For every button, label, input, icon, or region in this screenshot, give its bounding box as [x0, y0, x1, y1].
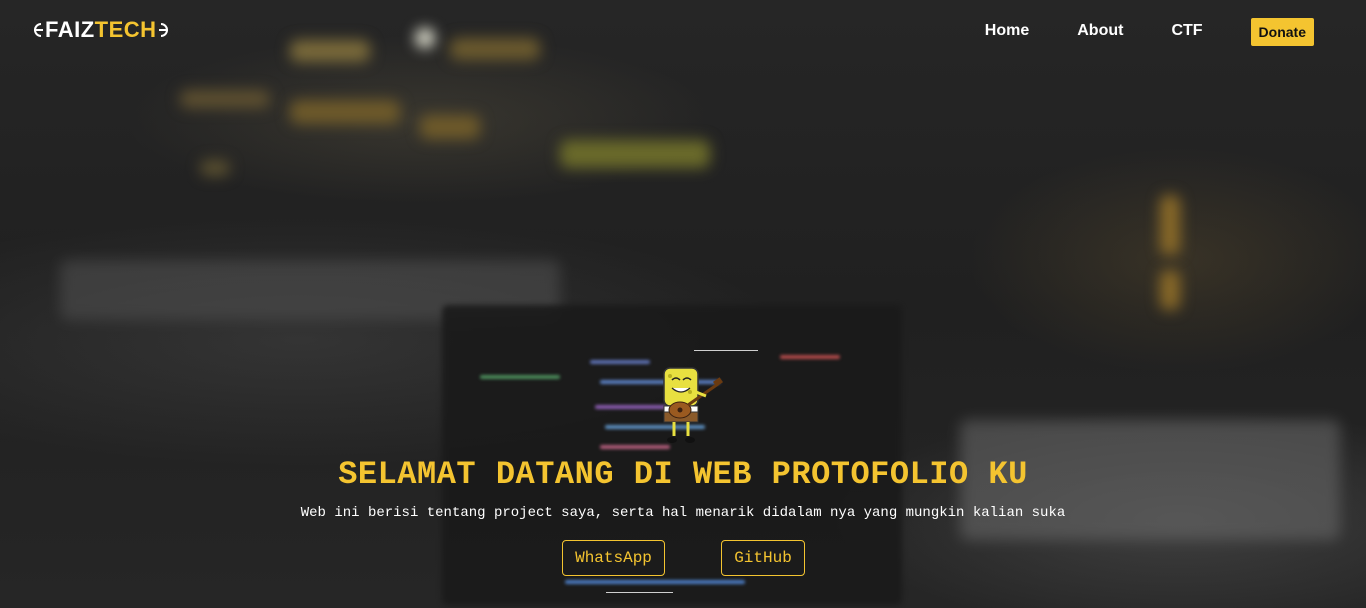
- nav-link-home[interactable]: Home: [985, 22, 1029, 40]
- brand-name-part-2: TECH: [94, 17, 157, 42]
- bg-code-line: [780, 355, 840, 359]
- bg-light: [290, 100, 400, 124]
- hero-bottom-divider: [606, 592, 673, 593]
- logo-left-bracket-icon: [34, 23, 43, 37]
- bg-light: [420, 115, 480, 139]
- bg-code-line: [480, 375, 560, 379]
- spongebob-ukulele-icon: [663, 367, 723, 443]
- hero-title: SELAMAT DATANG DI WEB PROTOFOLIO KU: [338, 456, 1028, 493]
- github-button[interactable]: GitHub: [721, 540, 805, 576]
- nav-link-about[interactable]: About: [1077, 22, 1123, 40]
- whatsapp-button[interactable]: WhatsApp: [562, 540, 665, 576]
- logo-right-bracket-icon: [158, 23, 168, 37]
- brand-name-part-1: FAIZ: [45, 17, 95, 42]
- donate-button[interactable]: Donate: [1250, 18, 1314, 46]
- hero-top-divider: [694, 350, 758, 351]
- navbar: FAIZ TECH Home About CTF Donate: [0, 0, 1366, 60]
- bg-light: [1160, 270, 1180, 310]
- bg-light: [200, 160, 230, 176]
- bg-light: [180, 90, 270, 108]
- bg-light: [1160, 195, 1180, 255]
- bg-code-line: [590, 360, 650, 364]
- bg-light: [560, 140, 710, 168]
- hero-subtitle: Web ini berisi tentang project saya, ser…: [300, 505, 1066, 521]
- nav-links: Home About CTF Donate: [985, 16, 1314, 46]
- page: FAIZ TECH Home About CTF Donate SELAMAT …: [0, 0, 1366, 608]
- brand-logo[interactable]: FAIZ TECH: [29, 17, 173, 43]
- bg-code-line: [565, 580, 745, 584]
- nav-link-ctf[interactable]: CTF: [1171, 22, 1202, 40]
- bg-laptop-screen: [442, 305, 902, 605]
